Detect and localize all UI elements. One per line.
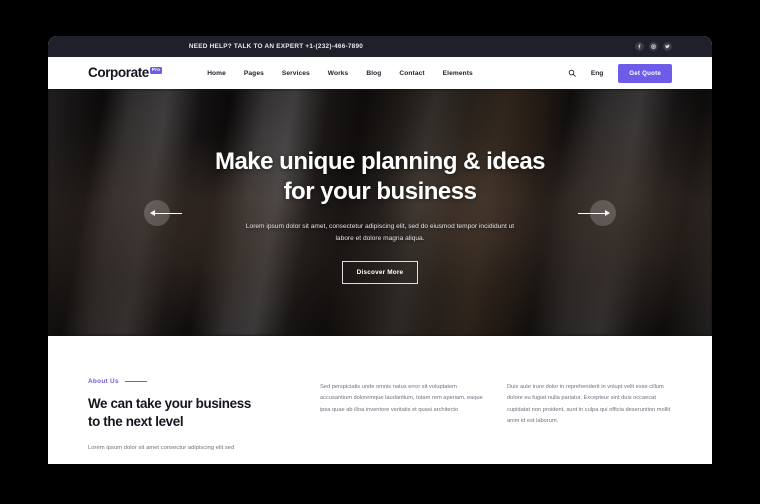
screenshot-canvas: NEED HELP? TALK TO AN EXPERT +1-(232)-46…	[0, 0, 760, 504]
about-heading-line-1: We can take your business	[88, 396, 251, 411]
nav-item-elements[interactable]: Elements	[443, 70, 473, 77]
about-left-paragraph: Lorem ipsum dolor sit amet consectur adi…	[88, 444, 235, 451]
hero-heading-line-1: Make unique planning & ideas	[214, 147, 546, 175]
support-phone-text: NEED HELP? TALK TO AN EXPERT +1-(232)-46…	[188, 43, 364, 50]
search-icon[interactable]	[568, 69, 576, 77]
arrow-head-left	[150, 209, 155, 216]
nav-item-blog[interactable]: Blog	[366, 70, 381, 77]
top-utility-bar: NEED HELP? TALK TO AN EXPERT +1-(232)-46…	[48, 36, 712, 57]
get-quote-button[interactable]: Get Quote	[618, 63, 672, 83]
about-right-paragraph: Duis aute irure dolor in reprehenderit i…	[507, 384, 671, 425]
social-links	[635, 42, 672, 51]
brand-pro-badge: Pro	[149, 67, 163, 74]
brand-name: Corporate	[88, 65, 149, 81]
about-eyebrow-divider	[124, 381, 147, 382]
nav-item-home[interactable]: Home	[207, 70, 226, 77]
carousel-prev-arrow-icon[interactable]	[144, 199, 182, 226]
website-page-frame: NEED HELP? TALK TO AN EXPERT +1-(232)-46…	[48, 36, 712, 464]
discover-more-button[interactable]: Discover More	[341, 261, 419, 285]
logo[interactable]: Corporate Pro	[88, 65, 163, 81]
arrow-line-right	[578, 212, 608, 214]
about-left-column: About Us We can take your business to th…	[88, 378, 298, 454]
about-eyebrow-row: About Us	[88, 378, 298, 385]
twitter-icon[interactable]	[663, 42, 672, 51]
carousel-next-arrow-icon[interactable]	[578, 199, 616, 226]
nav-item-works[interactable]: Works	[328, 70, 349, 77]
hero-heading: Make unique planning & ideas for your bu…	[214, 147, 546, 208]
about-section: About Us We can take your business to th…	[48, 336, 712, 454]
about-eyebrow-label: About Us	[88, 378, 119, 385]
hero-slider: Make unique planning & ideas for your bu…	[48, 89, 712, 336]
nav-item-pages[interactable]: Pages	[244, 70, 264, 77]
facebook-icon[interactable]	[635, 42, 644, 51]
hero-subtitle: Lorem ipsum dolor sit amet, consectetur …	[245, 223, 515, 242]
arrow-line-left	[152, 212, 182, 214]
arrow-head-right	[605, 209, 610, 216]
instagram-icon[interactable]	[649, 42, 658, 51]
nav-item-services[interactable]: Services	[282, 70, 310, 77]
about-heading-line-2: to the next level	[88, 413, 184, 429]
nav-actions: Eng Get Quote	[568, 63, 672, 83]
hero-heading-line-2: for your business	[283, 178, 477, 206]
nav-links: Home Pages Services Works Blog Contact E…	[207, 70, 473, 77]
about-middle-paragraph: Sed perspiciatis unde omnis natus error …	[320, 384, 483, 413]
main-navigation: Corporate Pro Home Pages Services Works …	[48, 57, 712, 89]
nav-item-contact[interactable]: Contact	[399, 70, 424, 77]
language-selector[interactable]: Eng	[591, 70, 603, 77]
about-heading: We can take your business to the next le…	[88, 395, 298, 431]
